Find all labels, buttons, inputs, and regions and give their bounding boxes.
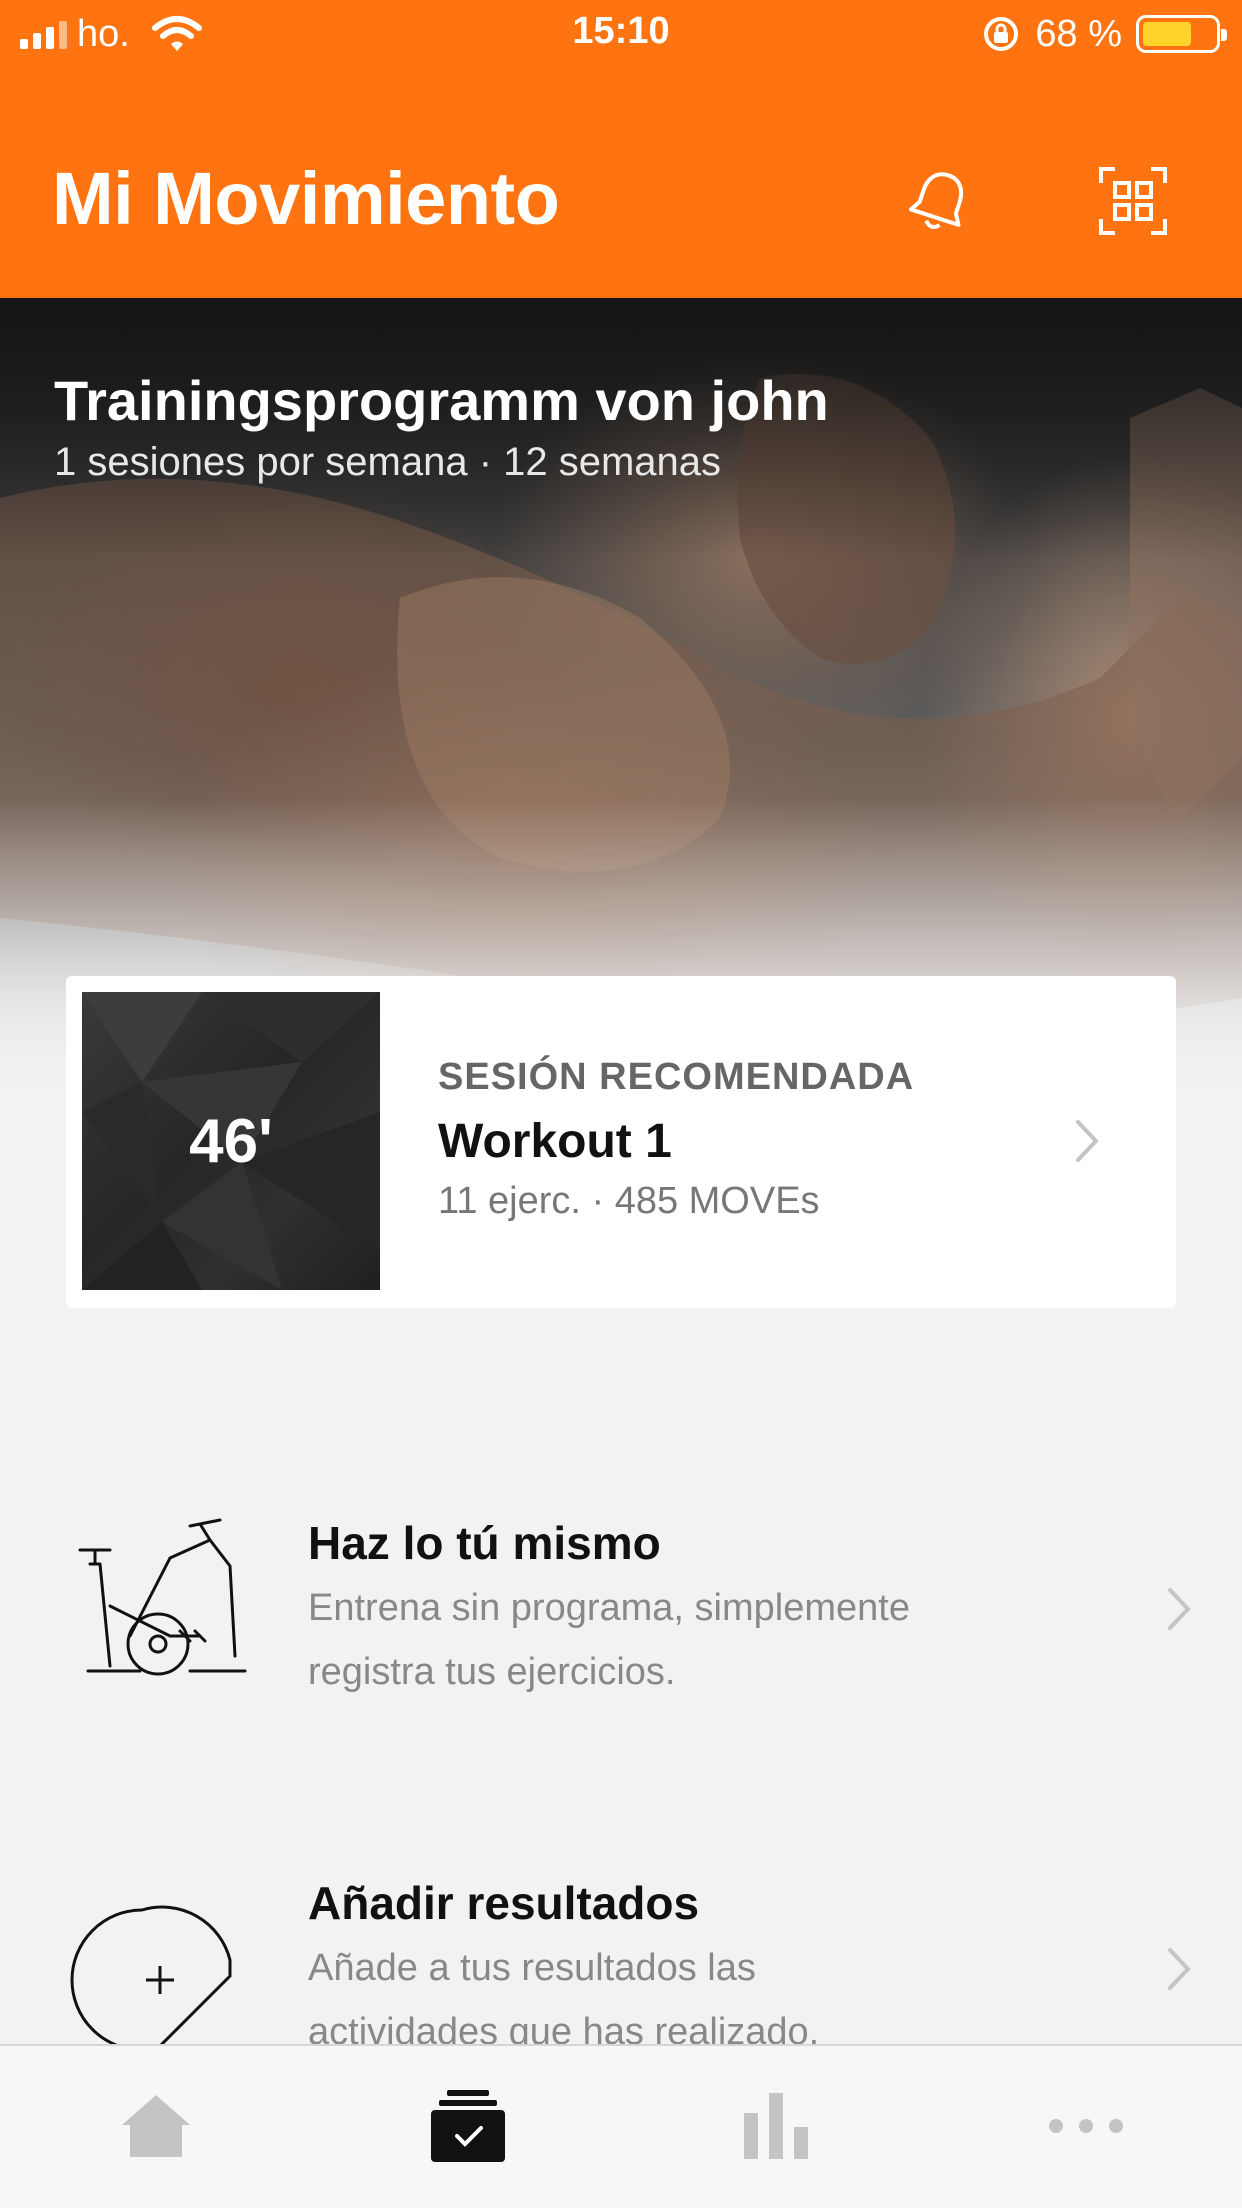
page-title: Mi Movimiento	[52, 157, 560, 240]
battery-icon	[1136, 15, 1227, 53]
session-title: Workout 1	[438, 1115, 672, 1168]
battery-level	[1143, 22, 1191, 46]
more-icon	[1049, 2119, 1123, 2133]
session-duration: 46'	[189, 1106, 273, 1176]
chevron-right-icon	[1168, 1588, 1191, 1630]
add-results-icon	[70, 1905, 232, 2044]
chevron-right-icon	[1076, 1120, 1099, 1162]
qr-scan-icon	[1099, 167, 1167, 235]
list-item-add-results[interactable]: Añadir resultados Añade a tus resultados…	[0, 1850, 1242, 2044]
qr-scan-button[interactable]	[1088, 156, 1178, 246]
tab-more[interactable]	[1026, 2076, 1146, 2176]
stats-icon	[744, 2093, 808, 2159]
list-item-title: Haz lo tú mismo	[308, 1517, 661, 1569]
session-thumbnail: 46'	[82, 992, 380, 1290]
tab-home[interactable]	[96, 2076, 216, 2176]
list-item-title: Añadir resultados	[308, 1877, 700, 1929]
description-line: registra tus ejercicios.	[308, 1651, 676, 1693]
tab-stats[interactable]	[716, 2076, 836, 2176]
home-icon	[122, 2095, 190, 2157]
chevron-right-icon	[1168, 1948, 1191, 1990]
list-item-do-it-yourself[interactable]: Haz lo tú mismo Entrena sin programa, si…	[0, 1486, 1242, 1726]
list-item-description: Entrena sin programa, simplemente regist…	[308, 1576, 1068, 1704]
list-item-description: Añade a tus resultados las actividades q…	[308, 1936, 1068, 2044]
recommended-label: SESIÓN RECOMENDADA	[438, 1056, 915, 1098]
description-line: Añade a tus resultados las	[308, 1947, 756, 1989]
program-title: Trainingsprogramm von john	[54, 369, 829, 432]
bell-icon	[908, 172, 964, 229]
rotation-lock-icon	[984, 17, 1019, 51]
workout-tab-icon	[431, 2090, 505, 2162]
battery-percent: 68 %	[1035, 12, 1122, 55]
notifications-button[interactable]	[895, 156, 985, 246]
exercise-bike-icon	[78, 1518, 247, 1676]
description-line: Entrena sin programa, simplemente	[308, 1587, 910, 1629]
tab-bar	[0, 2044, 1242, 2208]
description-line: actividades que has realizado.	[308, 2011, 820, 2044]
recommended-session-card[interactable]: 46' SESIÓN RECOMENDADA Workout 1 11 ejer…	[66, 976, 1176, 1308]
status-bar: ho. 15:10 68 %	[0, 0, 1242, 68]
session-meta: 11 ejerc. · 485 MOVEs	[438, 1180, 820, 1222]
program-subtitle: 1 sesiones por semana · 12 semanas	[54, 440, 722, 484]
status-right: 68 %	[981, 10, 1227, 58]
tab-workouts[interactable]	[408, 2076, 528, 2176]
app-header: Mi Movimiento	[0, 68, 1242, 298]
